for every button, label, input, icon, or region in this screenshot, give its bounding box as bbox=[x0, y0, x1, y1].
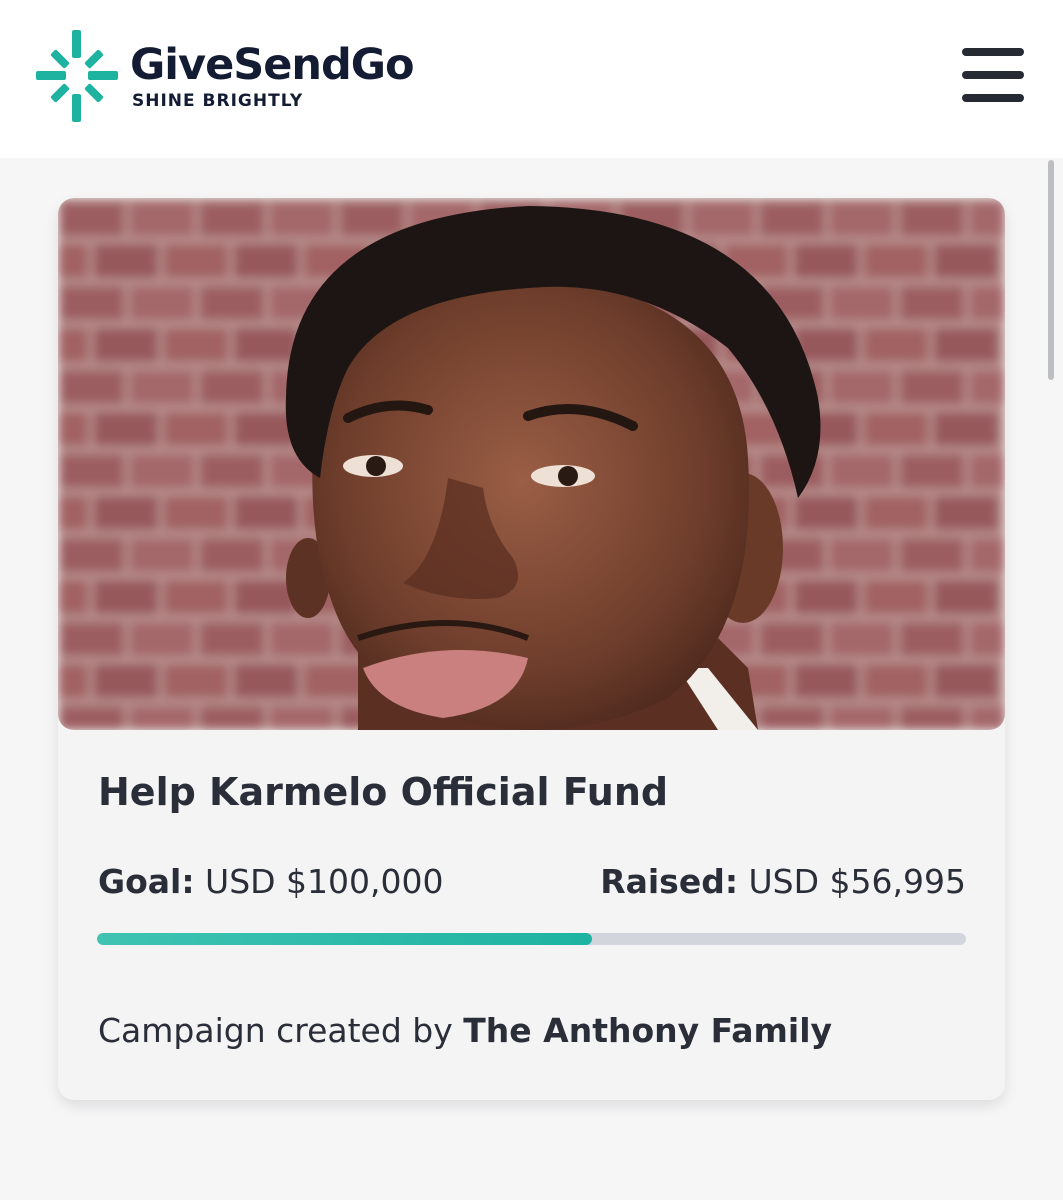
campaign-photo[interactable] bbox=[58, 198, 1005, 730]
goal-label: Goal: bbox=[98, 862, 195, 901]
campaign-creator: Campaign created by The Anthony Family bbox=[98, 1011, 832, 1050]
campaign-card[interactable]: Help Karmelo Official Fund Goal: USD $10… bbox=[58, 198, 1005, 1100]
raised-label: Raised: bbox=[600, 862, 739, 901]
site-header: GiveSendGo SHINE BRIGHTLY bbox=[0, 0, 1063, 158]
raised-value: USD $56,995 bbox=[748, 862, 966, 901]
raised-stat: Raised: USD $56,995 bbox=[600, 862, 966, 901]
brand-name: GiveSendGo bbox=[130, 40, 415, 90]
logo-text: GiveSendGo SHINE BRIGHTLY bbox=[130, 40, 415, 111]
logo-link[interactable]: GiveSendGo SHINE BRIGHTLY bbox=[36, 30, 415, 122]
goal-value: USD $100,000 bbox=[205, 862, 444, 901]
funding-progress-bar bbox=[97, 933, 966, 945]
hamburger-menu-icon[interactable] bbox=[960, 44, 1026, 106]
creator-prefix: Campaign created by bbox=[98, 1011, 453, 1050]
menu-bar bbox=[962, 48, 1024, 56]
brand-tagline: SHINE BRIGHTLY bbox=[132, 91, 304, 111]
menu-bar bbox=[962, 94, 1024, 102]
campaign-stats: Goal: USD $100,000 Raised: USD $56,995 bbox=[98, 862, 966, 906]
creator-name[interactable]: The Anthony Family bbox=[463, 1011, 832, 1050]
sparkle-burst-icon bbox=[36, 30, 118, 122]
goal-stat: Goal: USD $100,000 bbox=[98, 862, 444, 901]
funding-progress-fill bbox=[97, 933, 593, 945]
campaign-photo-illustration bbox=[58, 198, 1005, 730]
scrollbar[interactable] bbox=[1048, 160, 1054, 380]
campaign-title[interactable]: Help Karmelo Official Fund bbox=[98, 770, 668, 814]
menu-bar bbox=[962, 71, 1024, 79]
